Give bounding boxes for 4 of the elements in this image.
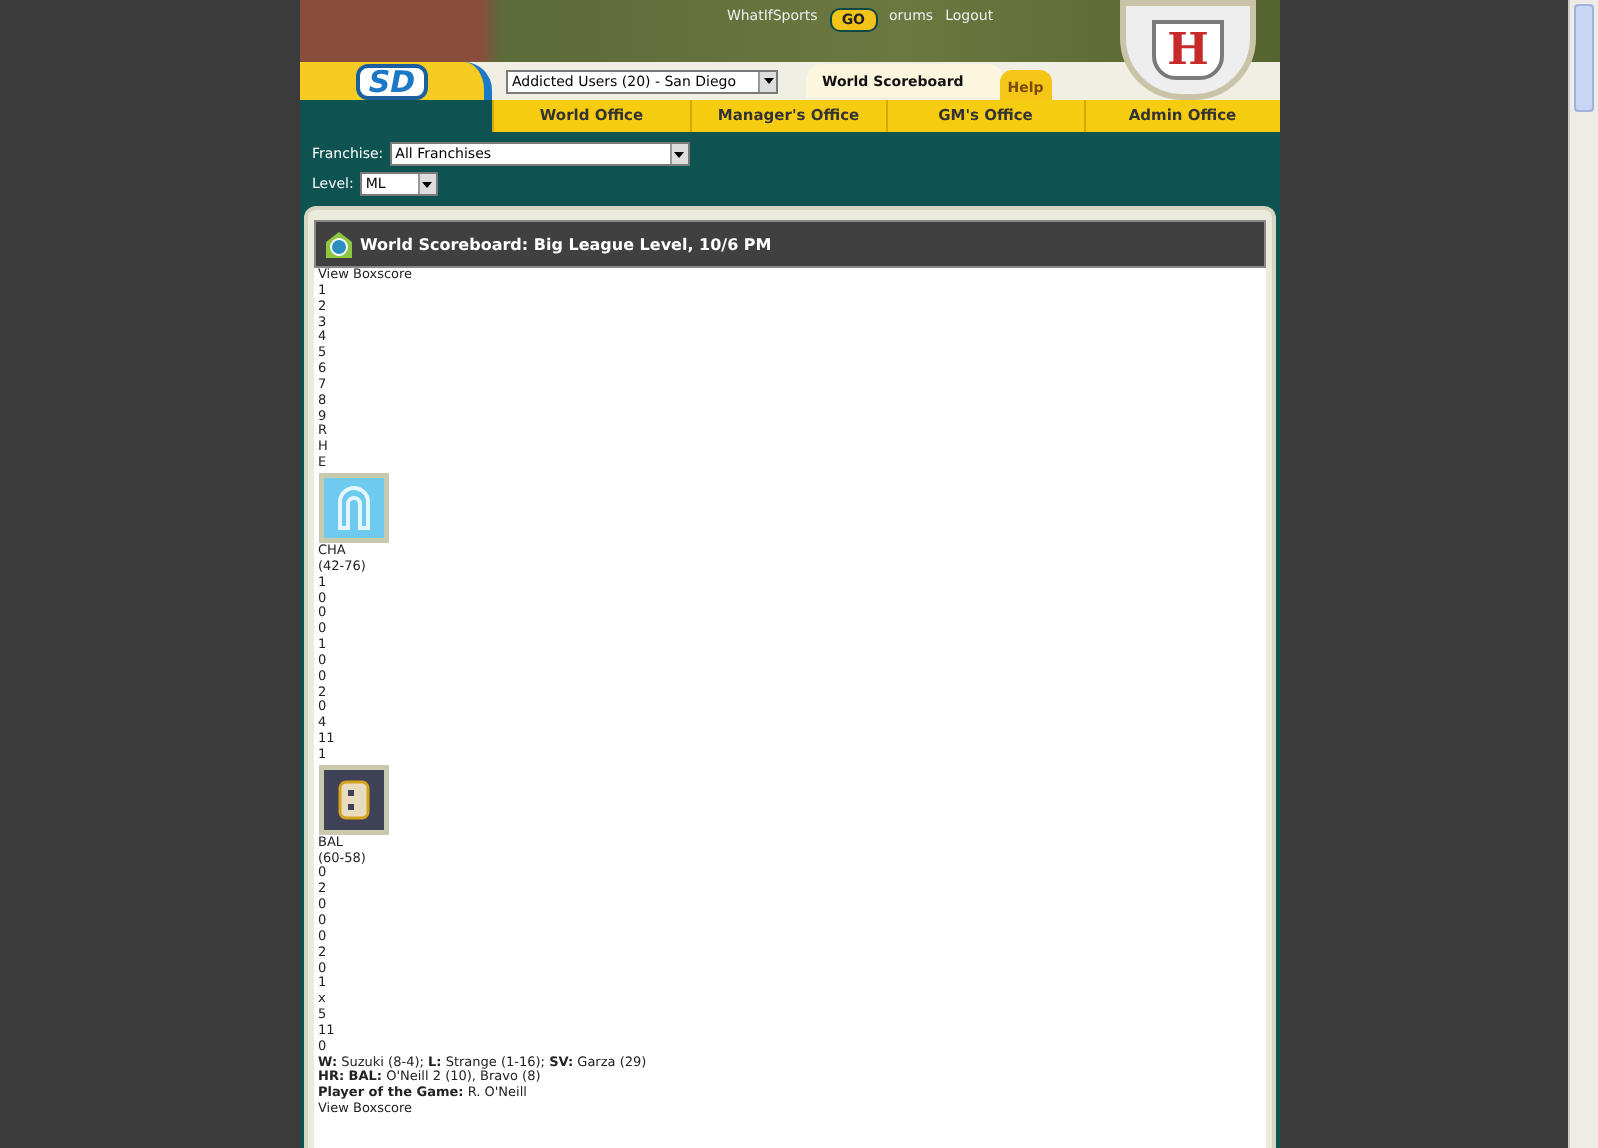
team-logo-icon [318,763,390,836]
site-logo[interactable]: SD [356,63,428,99]
panel-title: World Scoreboard: Big League Level, 10/6 PM [360,235,772,253]
team-logo-icon [318,471,390,544]
